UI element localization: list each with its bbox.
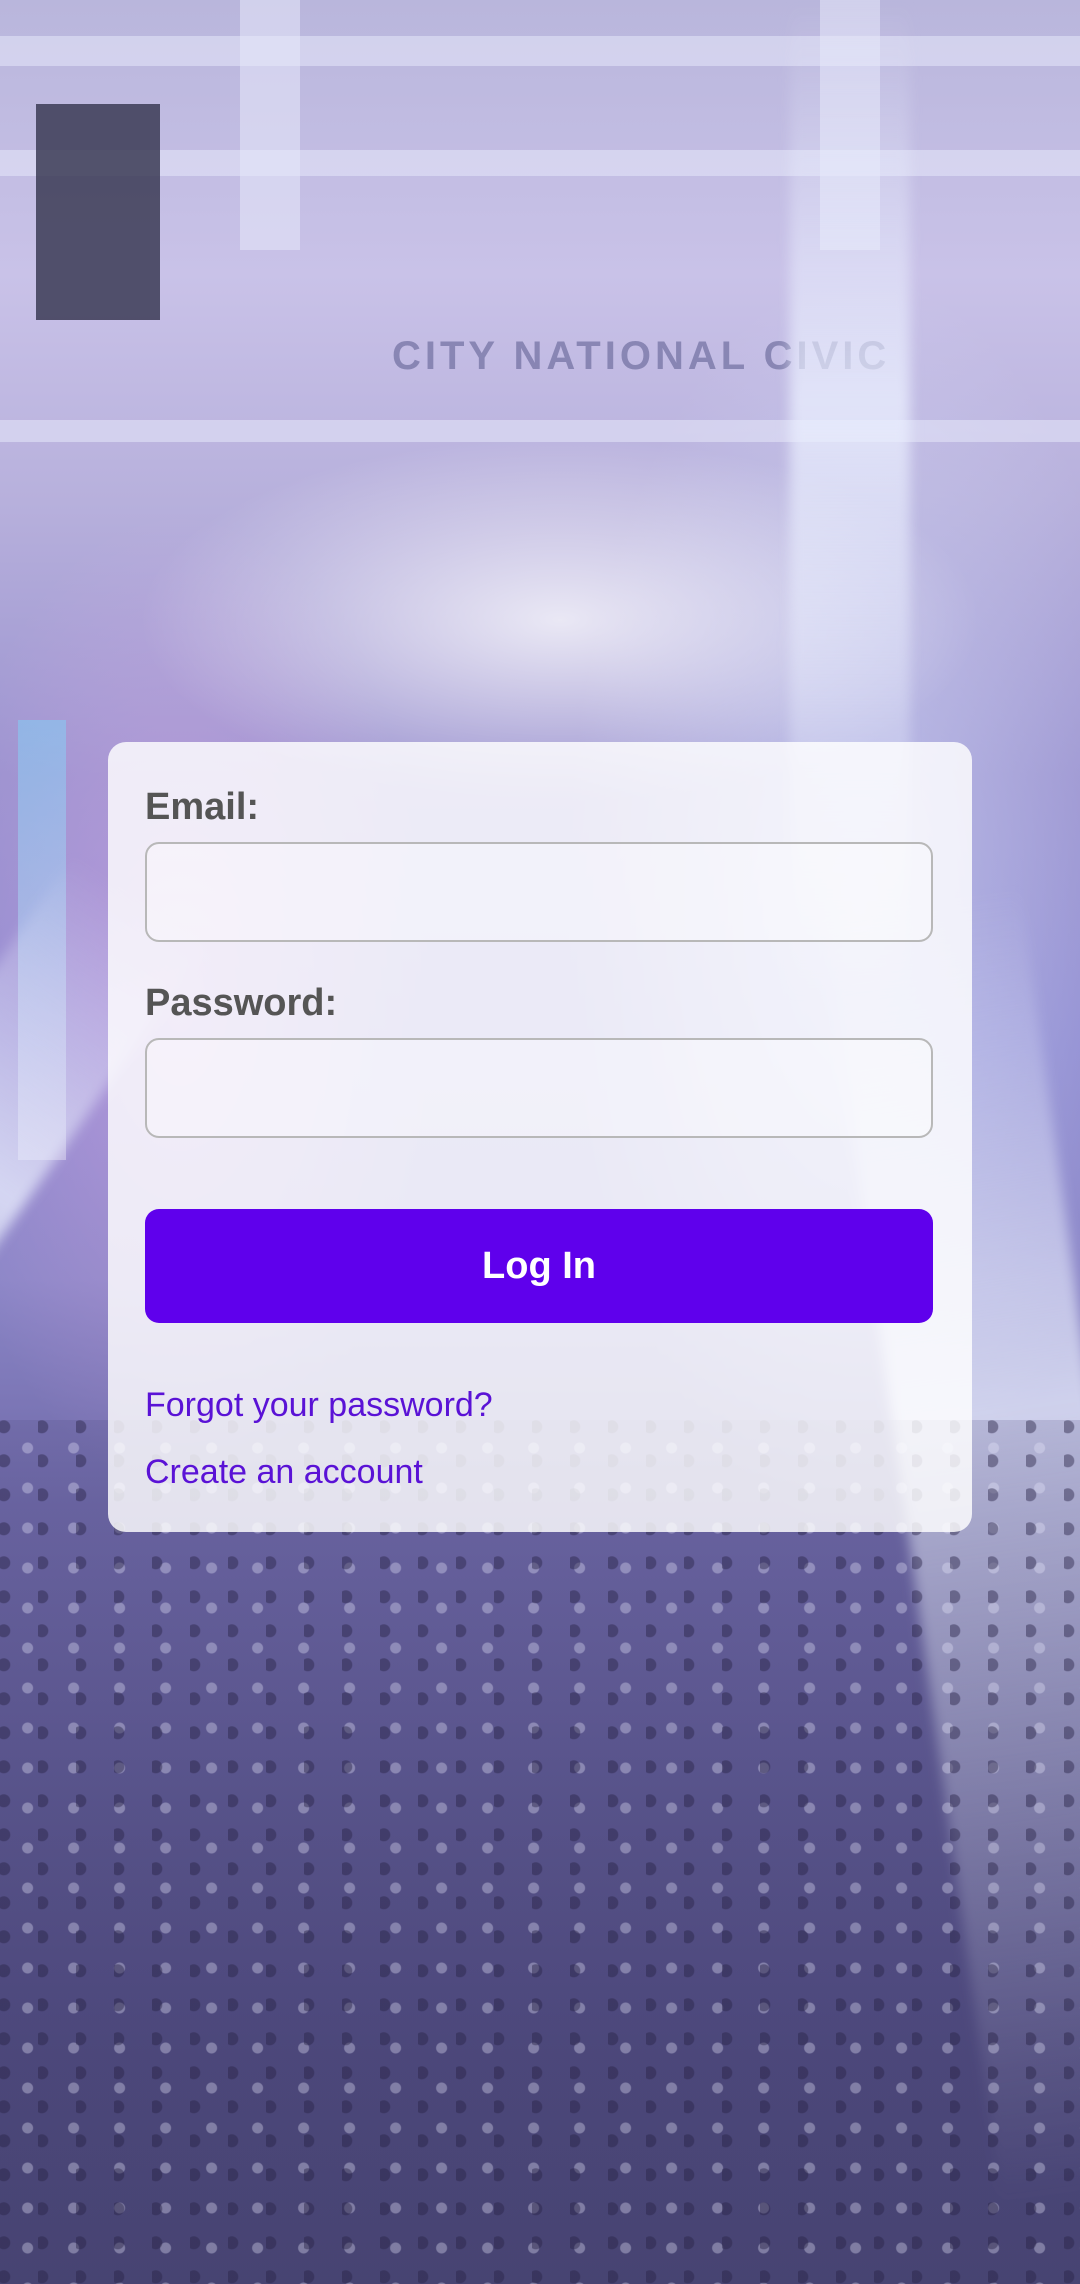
forgot-password-link[interactable]: Forgot your password? <box>145 1386 493 1425</box>
ceiling-beam <box>240 0 300 250</box>
email-label: Email: <box>145 786 260 828</box>
create-account-link[interactable]: Create an account <box>145 1453 423 1492</box>
login-button[interactable]: Log In <box>145 1209 933 1323</box>
password-field[interactable] <box>145 1038 933 1138</box>
email-field[interactable] <box>145 842 933 942</box>
ceiling-beam <box>0 150 1080 176</box>
login-card: Email: Password: Log In Forgot your pass… <box>108 742 972 1532</box>
crowd-image <box>0 1420 1080 2284</box>
speaker-image <box>36 104 160 320</box>
ceiling-beam <box>0 36 1080 66</box>
password-label: Password: <box>145 982 338 1024</box>
ceiling-arc <box>0 420 1080 442</box>
